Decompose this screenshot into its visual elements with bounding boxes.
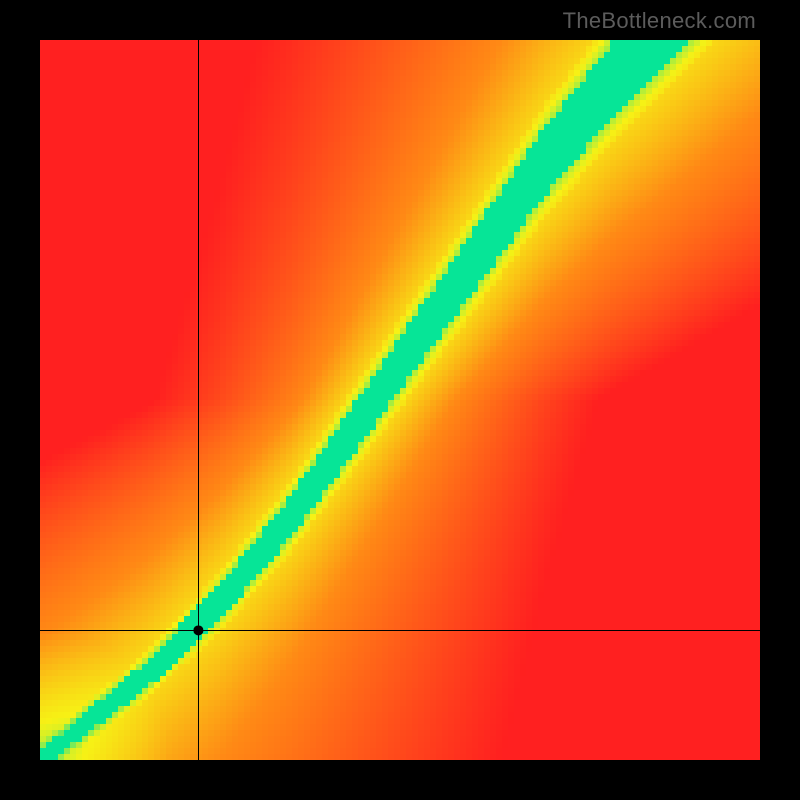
chart-frame: TheBottleneck.com <box>0 0 800 800</box>
plot-area <box>40 40 760 760</box>
watermark: TheBottleneck.com <box>563 8 756 34</box>
overlay-canvas <box>40 40 760 760</box>
